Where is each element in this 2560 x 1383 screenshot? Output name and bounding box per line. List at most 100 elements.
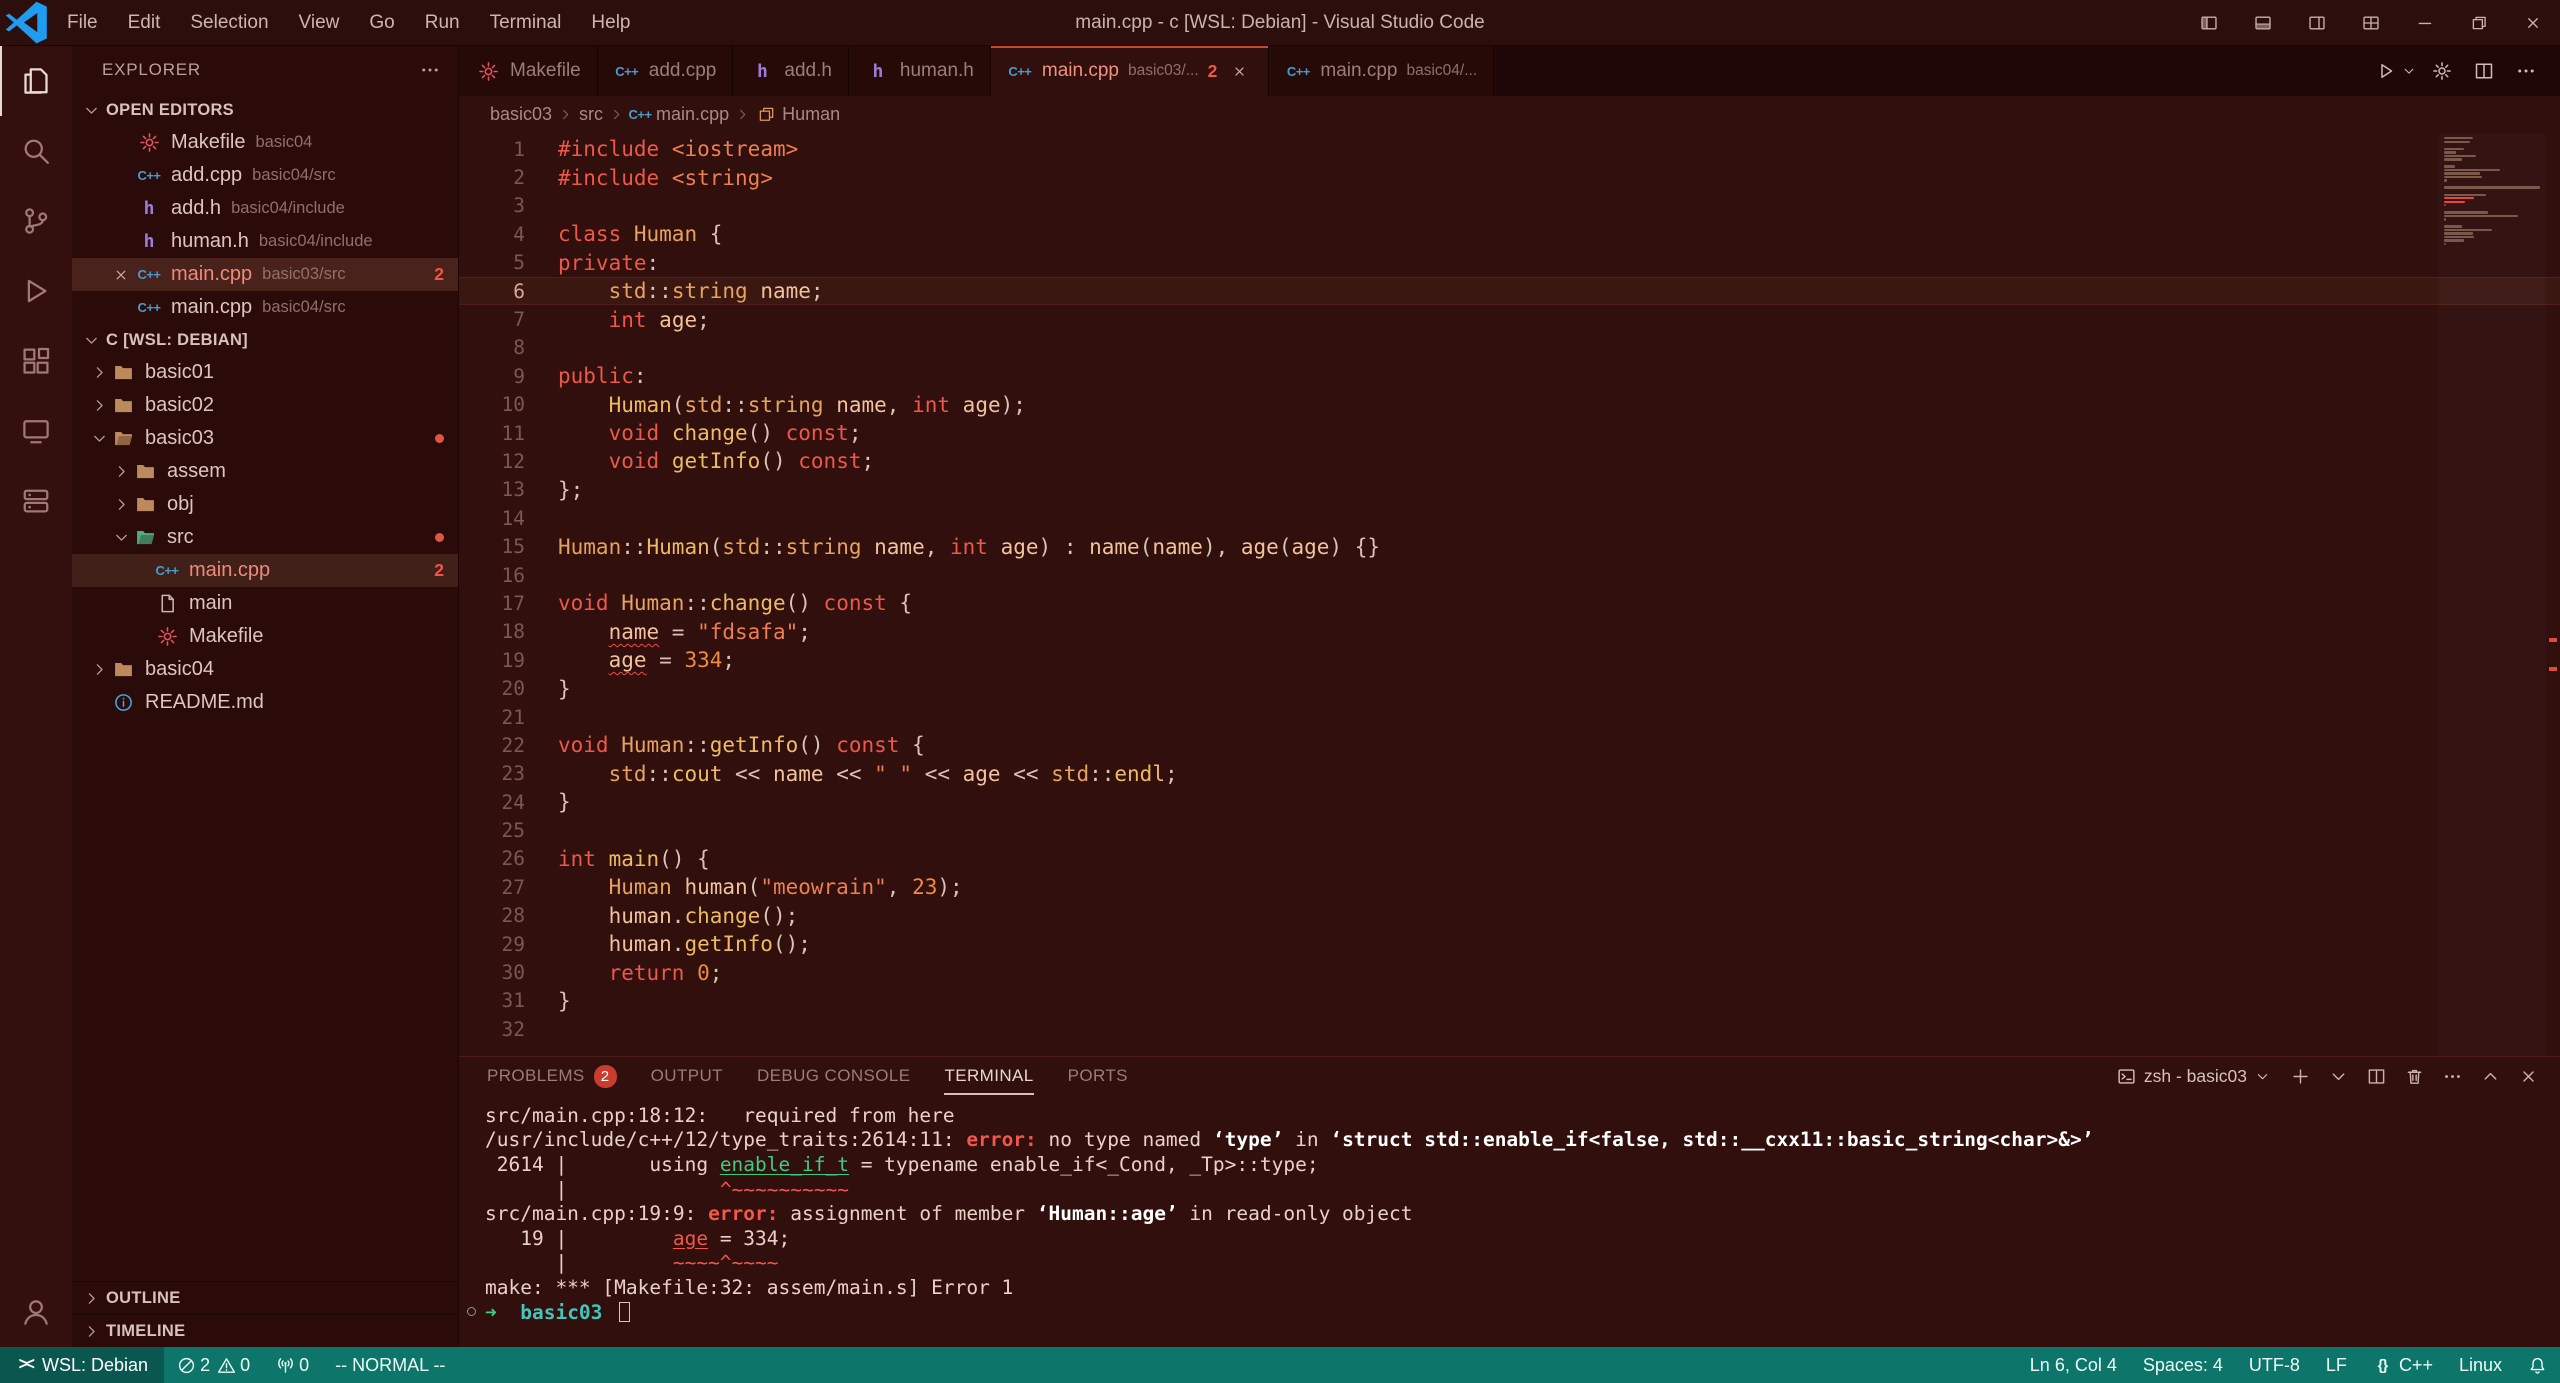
kill-terminal[interactable]	[2396, 1060, 2432, 1092]
code-line-13[interactable]: 13};	[459, 476, 2560, 504]
breadcrumb-main-cpp[interactable]: C++ main.cpp	[627, 104, 732, 125]
code-line-2[interactable]: 2 #include <string>	[459, 163, 2560, 191]
indentation[interactable]: Spaces: 4	[2130, 1347, 2236, 1383]
tree-item-src[interactable]: src	[72, 521, 458, 554]
code-line-31[interactable]: 31}	[459, 987, 2560, 1015]
ports-status[interactable]: 0	[263, 1347, 322, 1383]
encoding[interactable]: UTF-8	[2236, 1347, 2313, 1383]
tree-item-main[interactable]: main	[72, 587, 458, 620]
os-host[interactable]: Linux	[2446, 1347, 2515, 1383]
remote-indicator[interactable]: >< WSL: Debian	[0, 1347, 165, 1383]
open-editor-main-cpp-basic04-src[interactable]: C++ main.cpp basic04/src	[72, 291, 458, 324]
panel-tab-problems[interactable]: PROBLEMS 2	[487, 1057, 617, 1095]
menu-go[interactable]: Go	[354, 0, 409, 45]
tree-item-basic02[interactable]: basic02	[72, 389, 458, 422]
close-panel[interactable]	[2510, 1060, 2546, 1092]
split-editor[interactable]	[2464, 52, 2504, 90]
code-line-20[interactable]: 20}	[459, 674, 2560, 702]
launch-profile-dropdown[interactable]	[2320, 1060, 2356, 1092]
editor-more-actions[interactable]	[2506, 52, 2546, 90]
problems-status[interactable]: 2 0	[164, 1347, 263, 1383]
restore-button[interactable]	[2452, 0, 2506, 45]
code-line-21[interactable]: 21	[459, 703, 2560, 731]
tree-item-main-cpp[interactable]: C++ main.cpp 2	[72, 554, 458, 587]
code-line-8[interactable]: 8	[459, 334, 2560, 362]
code-line-9[interactable]: 9 public:	[459, 362, 2560, 390]
code-line-25[interactable]: 25	[459, 816, 2560, 844]
code-line-15[interactable]: 15 Human::Human(std::string name, int age…	[459, 532, 2560, 560]
menu-run[interactable]: Run	[410, 0, 475, 45]
new-terminal[interactable]	[2282, 1060, 2318, 1092]
activity-run-and-debug[interactable]	[0, 256, 72, 326]
code-line-7[interactable]: 7 int age;	[459, 305, 2560, 333]
code-line-17[interactable]: 17 void Human::change() const {	[459, 589, 2560, 617]
vim-mode[interactable]: -- NORMAL --	[322, 1347, 458, 1383]
open-editor-human-h-basic04-include[interactable]: h human.h basic04/include	[72, 225, 458, 258]
breadcrumb-src[interactable]: src	[576, 104, 606, 125]
outline-header[interactable]: OUTLINE	[72, 1281, 458, 1314]
notifications[interactable]	[2515, 1347, 2560, 1383]
open-editor-main-cpp-basic03-src[interactable]: C++ main.cpp basic03/src 2	[72, 258, 458, 291]
open-editors-header[interactable]: OPEN EDITORS	[72, 94, 458, 126]
code-line-22[interactable]: 22 void Human::getInfo() const {	[459, 731, 2560, 759]
run-dropdown[interactable]	[2398, 52, 2420, 90]
tree-item-basic01[interactable]: basic01	[72, 356, 458, 389]
cursor-position[interactable]: Ln 6, Col 4	[2017, 1347, 2130, 1383]
menu-edit[interactable]: Edit	[113, 0, 176, 45]
code-line-24[interactable]: 24}	[459, 788, 2560, 816]
breadcrumb-human[interactable]: Human	[753, 104, 843, 125]
code-line-23[interactable]: 23 std::cout << name << " " << age << st…	[459, 760, 2560, 788]
tree-item-obj[interactable]: obj	[72, 488, 458, 521]
code-line-4[interactable]: 4 class Human {	[459, 220, 2560, 248]
code-line-27[interactable]: 27 Human human("meowrain", 23);	[459, 873, 2560, 901]
activity-accounts[interactable]	[0, 1277, 72, 1347]
tree-item-basic04[interactable]: basic04	[72, 653, 458, 686]
code-line-19[interactable]: 19 age = 334;	[459, 646, 2560, 674]
code-line-6[interactable]: 6 std::string name;	[459, 276, 2560, 306]
activity-containers[interactable]	[0, 466, 72, 536]
split-terminal[interactable]	[2358, 1060, 2394, 1092]
activity-search[interactable]	[0, 116, 72, 186]
code-line-1[interactable]: 1 #include <iostream>	[459, 135, 2560, 163]
minimize-button[interactable]	[2398, 0, 2452, 45]
code-line-12[interactable]: 12 void getInfo() const;	[459, 447, 2560, 475]
menu-terminal[interactable]: Terminal	[475, 0, 577, 45]
code-line-5[interactable]: 5 private:	[459, 249, 2560, 277]
panel-tab-debug-console[interactable]: DEBUG CONSOLE	[757, 1057, 911, 1095]
code-line-29[interactable]: 29 human.getInfo();	[459, 930, 2560, 958]
tab-human-h-3[interactable]: h human.h	[848, 46, 991, 96]
tab-main-cpp-5[interactable]: C++ main.cpp basic04/...	[1269, 46, 1495, 96]
toggle-sidebar[interactable]	[2182, 0, 2236, 45]
panel-tab-output[interactable]: OUTPUT	[651, 1057, 723, 1095]
settings-gear[interactable]	[2422, 52, 2462, 90]
breadcrumb-basic03[interactable]: basic03	[487, 104, 555, 125]
tree-item-basic03[interactable]: basic03	[72, 422, 458, 455]
close-editor-button[interactable]	[106, 263, 136, 287]
activity-source-control[interactable]	[0, 186, 72, 256]
code-line-10[interactable]: 10 Human(std::string name, int age);	[459, 391, 2560, 419]
tab-add-cpp-1[interactable]: C++ add.cpp	[597, 46, 734, 96]
customize-layout[interactable]	[2344, 0, 2398, 45]
menu-view[interactable]: View	[284, 0, 355, 45]
menu-selection[interactable]: Selection	[175, 0, 283, 45]
close-button[interactable]	[2506, 0, 2560, 45]
maximize-panel[interactable]	[2472, 1060, 2508, 1092]
minimap[interactable]	[2438, 133, 2546, 1056]
code-line-3[interactable]: 3	[459, 192, 2560, 220]
code-line-28[interactable]: 28 human.change();	[459, 902, 2560, 930]
code-line-26[interactable]: 26 int main() {	[459, 845, 2560, 873]
tab-add-h-2[interactable]: h add.h	[733, 46, 849, 96]
panel-tab-terminal[interactable]: TERMINAL	[944, 1057, 1033, 1095]
code-line-32[interactable]: 32	[459, 1015, 2560, 1043]
open-editor-add-cpp-basic04-src[interactable]: C++ add.cpp basic04/src	[72, 159, 458, 192]
code-line-16[interactable]: 16	[459, 561, 2560, 589]
toggle-panel[interactable]	[2236, 0, 2290, 45]
tab-main-cpp-4[interactable]: C++ main.cpp basic03/... 2	[990, 46, 1270, 96]
timeline-header[interactable]: TIMELINE	[72, 1314, 458, 1347]
explorer-more-actions-icon[interactable]	[420, 60, 440, 80]
tree-item-readme-md[interactable]: README.md	[72, 686, 458, 719]
workspace-header[interactable]: C [WSL: DEBIAN]	[72, 324, 458, 356]
code-line-18[interactable]: 18 name = "fdsafa";	[459, 618, 2560, 646]
menu-help[interactable]: Help	[576, 0, 645, 45]
toggle-secondary-sidebar[interactable]	[2290, 0, 2344, 45]
